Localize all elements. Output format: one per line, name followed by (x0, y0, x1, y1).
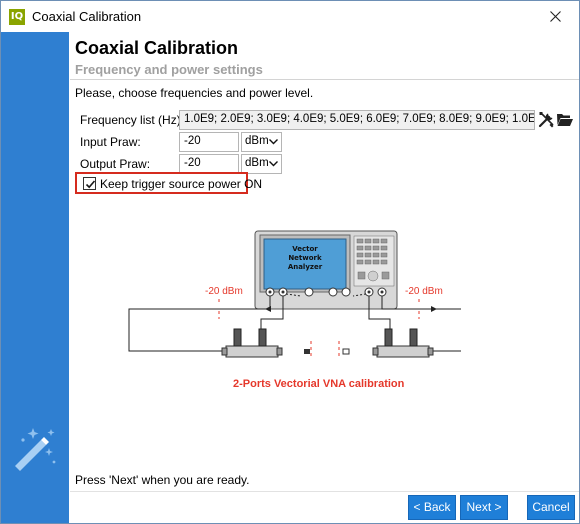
left-power-label: -20 dBm (205, 286, 243, 297)
next-button[interactable]: Next > (460, 495, 508, 520)
trigger-power-highlight: Keep trigger source power ON (75, 172, 262, 194)
right-arrow-marker (431, 306, 437, 312)
output-praw-label: Output Praw: (80, 157, 151, 171)
output-unit-value: dBm (245, 157, 269, 169)
folder-open-icon[interactable] (556, 111, 574, 128)
diagram-caption: 2-Ports Vectorial VNA calibration (233, 378, 405, 390)
calibration-dialog: IQ Coaxial Calibration Coaxial Calibrati… (0, 0, 580, 524)
page-title: Coaxial Calibration (75, 38, 239, 58)
back-button[interactable]: < Back (408, 495, 456, 520)
input-unit-select[interactable]: dBm (241, 132, 282, 152)
close-icon (550, 11, 561, 22)
chevron-down-icon (269, 161, 278, 167)
footer-hint: Press 'Next' when you are ready. (75, 473, 250, 487)
vna-instrument: Vector Network Analyzer (254, 230, 398, 310)
output-unit-select[interactable]: dBm (241, 154, 282, 174)
left-load (304, 349, 310, 354)
tools-icon[interactable] (538, 111, 555, 128)
vna-calibration-diagram: Vector Network Analyzer -20 dBm -20 dBm (128, 230, 461, 359)
frequency-list-label: Frequency list (Hz): (80, 113, 185, 127)
right-power-label: -20 dBm (405, 286, 443, 297)
chevron-down-icon (269, 139, 278, 145)
trigger-power-checkbox[interactable] (83, 177, 96, 190)
footer-divider (70, 491, 579, 492)
checkmark-icon (85, 180, 96, 189)
trigger-power-label: Keep trigger source power ON (100, 177, 263, 191)
right-load (342, 348, 350, 355)
vna-text-1: Vector (292, 245, 318, 253)
app-iq-icon: IQ (9, 9, 25, 25)
vna-text-3: Analyzer (288, 263, 323, 271)
instruction-text: Please, choose frequencies and power lev… (75, 86, 314, 100)
input-praw-field[interactable]: -20 (179, 132, 239, 152)
cancel-button[interactable]: Cancel (527, 495, 575, 520)
window-title: Coaxial Calibration (32, 9, 142, 24)
input-unit-value: dBm (245, 135, 269, 147)
vna-text-2: Network (288, 254, 322, 262)
input-praw-label: Input Praw: (80, 135, 141, 149)
close-button[interactable] (533, 1, 579, 32)
left-coupler (221, 328, 283, 358)
page-subtitle: Frequency and power settings (75, 62, 263, 77)
header-divider (70, 79, 579, 80)
output-praw-field[interactable]: -20 (179, 154, 239, 174)
title-bar: IQ Coaxial Calibration (1, 1, 579, 32)
frequency-list-field[interactable]: 1.0E9; 2.0E9; 3.0E9; 4.0E9; 5.0E9; 6.0E9… (179, 110, 535, 130)
magic-wand-icon (15, 428, 56, 471)
right-coupler (372, 328, 434, 358)
wizard-sidebar (1, 32, 69, 523)
